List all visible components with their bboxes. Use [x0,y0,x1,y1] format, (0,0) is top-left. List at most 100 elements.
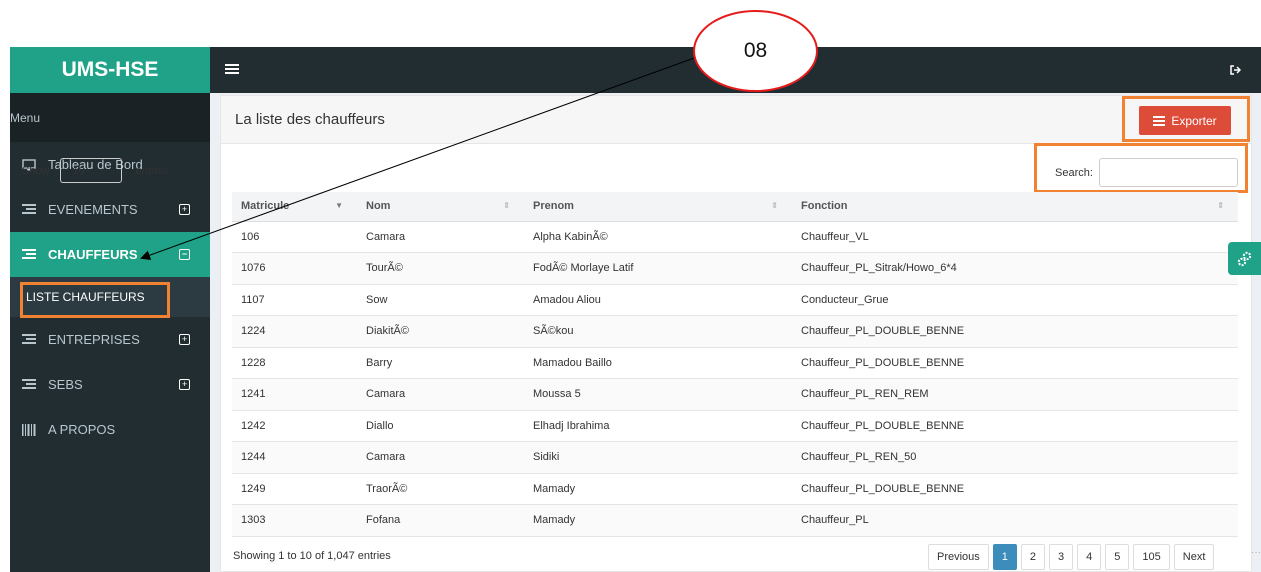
sort-icon: ⇕ [503,201,510,210]
page-105-button[interactable]: 105 [1133,544,1170,570]
sidebar-item-entreprises[interactable]: ENTREPRISES + [10,317,210,362]
table-cell: Barry [357,347,524,379]
column-header-fonction[interactable]: Fonction ⇕ [792,192,1238,222]
brand-logo[interactable]: UMS-HSE [10,47,210,93]
table-row[interactable]: 1076 TourÃ© FodÃ© Morlaye Latif Chauffeur_P… [232,252,1238,285]
list-icon [22,334,36,346]
sidebar-item-sebs[interactable]: SEBS + [10,362,210,407]
table-cell: 1076 [232,252,357,285]
list-icon [22,379,36,391]
table-cell: Chauffeur_PL_REN_50 [792,441,1238,474]
table-cell: Diallo [357,410,524,442]
page-2-button[interactable]: 2 [1020,544,1046,570]
panel-title: La liste des chauffeurs [221,96,1251,144]
table-cell: 1224 [232,315,357,348]
table-cell: Conducteur_Grue [792,284,1238,316]
table-cell: Mamadou Baillo [524,347,792,379]
table-cell: 1241 [232,378,357,411]
sidebar-item-a-propos[interactable]: A PROPOS [10,407,210,452]
barcode-icon [22,423,36,436]
entries-label: entries [135,164,169,177]
expand-plus-icon[interactable]: + [179,204,190,215]
table-row[interactable]: 1228 Barry Mamadou Baillo Chauffeur_PL_DOUB… [232,347,1238,379]
menu-header-label: Menu [10,110,41,125]
page-1-button[interactable]: 1 [992,544,1017,570]
table-cell: Sow [357,284,524,316]
expand-plus-icon[interactable]: + [179,379,190,390]
column-header-label: Prenom [533,200,574,213]
show-label: Show [22,164,50,177]
column-header-nom[interactable]: Nom ⇕ [357,192,524,222]
highlight-box-search [1034,143,1248,193]
table-row[interactable]: 1249 TraorÃ© Mamady Chauffeur_PL_DOUBLE_BEN… [232,473,1238,505]
entries-length-select[interactable]: 10 [59,158,122,183]
table-cell: Moussa 5 [524,378,792,411]
table-cell: Chauffeur_PL_DOUBLE_BENNE [792,347,1238,379]
table-cell: TraorÃ© [357,473,524,505]
table-cell: DiakitÃ© [357,315,524,348]
page-4-button[interactable]: 4 [1077,544,1102,570]
page-3-button[interactable]: 3 [1049,544,1074,570]
column-header-label: Fonction [801,200,848,213]
sort-desc-icon: ▼ [335,201,343,210]
table-info: Showing 1 to 10 of 1,047 entries [233,550,391,562]
pagination-overflow: ··· [1251,547,1261,558]
list-icon [22,204,36,216]
table-cell: Elhadj Ibrahima [524,410,792,442]
table-cell: SÃ©kou [524,315,792,348]
pagination: Previous 1 2 3 4 5 105 Next [928,544,1218,570]
table-cell: Chauffeur_PL [792,504,1238,537]
sidebar-item-chauffeurs[interactable]: CHAUFFEURS − [10,232,210,277]
sidebar-item-label: ENTREPRISES [48,332,140,347]
table-row[interactable]: 106 Camara Alpha KabinÃ© Chauffeur_VL [232,221,1238,253]
table-cell: Chauffeur_VL [792,221,1238,253]
table-cell: 1228 [232,347,357,379]
app-root: UMS-HSE Menu Tableau de Bord EVENEMENTS … [0,0,1261,572]
table-row[interactable]: 1224 DiakitÃ© SÃ©kou Chauffeur_PL_DOUBLE_BE… [232,315,1238,348]
table-row[interactable]: 1107 Sow Amadou Aliou Conducteur_Grue [232,284,1238,316]
collapse-minus-icon[interactable]: − [179,249,190,260]
table-cell: 1244 [232,441,357,474]
highlight-box-submenu [20,282,170,318]
expand-plus-icon[interactable]: + [179,334,190,345]
column-header-matricule[interactable]: Matricule ▼ [232,192,357,222]
table-cell: Alpha KabinÃ© [524,221,792,253]
table-cell: Chauffeur_PL_DOUBLE_BENNE [792,315,1238,348]
logout-icon[interactable] [1230,65,1242,78]
sidebar-item-label: SEBS [48,377,83,392]
page-5-button[interactable]: 5 [1105,544,1130,570]
table-row[interactable]: 1241 Camara Moussa 5 Chauffeur_PL_REN_REM [232,378,1238,411]
table-cell: Amadou Aliou [524,284,792,316]
column-header-label: Nom [366,200,391,213]
sidebar-item-label: A PROPOS [48,422,116,437]
sidebar-item-evenements[interactable]: EVENEMENTS + [10,187,210,232]
table-cell: Mamady [524,473,792,505]
table-cell: Mamady [524,504,792,537]
sidebar-toggle-icon[interactable] [225,64,239,75]
table-cell: FodÃ© Morlaye Latif [524,252,792,285]
sort-icon: ⇕ [771,201,778,210]
table-cell: Chauffeur_PL_DOUBLE_BENNE [792,410,1238,442]
table-cell: Chauffeur_PL_REN_REM [792,378,1238,411]
settings-gears-icon[interactable] [1228,242,1261,275]
table-cell: Camara [357,441,524,474]
entries-length-control: Show 10 entries [22,158,169,183]
page-previous-button[interactable]: Previous [928,544,989,570]
table-cell: TourÃ© [357,252,524,285]
page-next-button[interactable]: Next [1173,544,1215,570]
menu-header: Menu [10,93,210,142]
sidebar-item-label: CHAUFFEURS [48,247,138,262]
table-cell: 1303 [232,504,357,537]
sort-icon: ⇕ [1217,201,1224,210]
table-cell: Camara [357,378,524,411]
table-cell: 106 [232,221,357,253]
table-header-row: Matricule ▼ Nom ⇕ Prenom ⇕ Fonction ⇕ [232,192,1238,222]
table-cell: Chauffeur_PL_Sitrak/Howo_6*4 [792,252,1238,285]
table-row[interactable]: 1244 Camara Sidiki Chauffeur_PL_REN_50 [232,441,1238,474]
annotation-callout: 08 [693,10,818,92]
table-cell: 1242 [232,410,357,442]
table-row[interactable]: 1242 Diallo Elhadj Ibrahima Chauffeur_PL_DO… [232,410,1238,442]
table-row[interactable]: 1303 Fofana Mamady Chauffeur_PL [232,504,1238,537]
column-header-prenom[interactable]: Prenom ⇕ [524,192,792,222]
column-header-label: Matricule [241,200,290,213]
